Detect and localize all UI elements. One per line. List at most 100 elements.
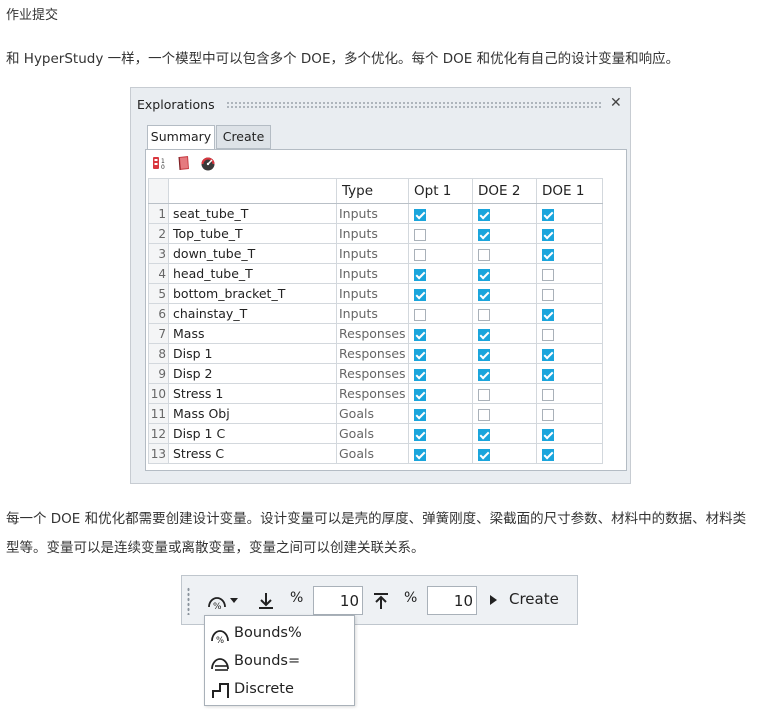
doe2-checkbox[interactable]	[478, 328, 490, 341]
table-row[interactable]: 2 Top_tube_T Inputs	[148, 223, 603, 244]
doe1-checkbox[interactable]	[542, 348, 554, 361]
variable-name-cell[interactable]: head_tube_T	[168, 263, 337, 284]
variable-name-cell[interactable]: Mass	[168, 323, 337, 344]
doe2-checkbox[interactable]	[478, 288, 490, 301]
variables-toggle-icon[interactable]: 1 0	[152, 155, 168, 171]
table-row[interactable]: 10 Stress 1 Responses	[148, 383, 603, 404]
doe2-checkbox[interactable]	[478, 448, 490, 461]
doe1-checkbox[interactable]	[542, 328, 554, 341]
upper-bound-input[interactable]	[427, 586, 477, 615]
variable-name-cell[interactable]: Stress C	[168, 443, 337, 464]
opt1-column-header[interactable]: Opt 1	[408, 178, 473, 204]
variable-name-cell[interactable]: Disp 2	[168, 363, 337, 384]
type-column-header[interactable]: Type	[336, 178, 409, 204]
variable-name-cell[interactable]: Disp 1	[168, 343, 337, 364]
opt1-checkbox[interactable]	[414, 348, 426, 361]
table-row[interactable]: 8 Disp 1 Responses	[148, 343, 603, 364]
opt1-checkbox[interactable]	[414, 308, 426, 321]
opt1-checkbox[interactable]	[414, 328, 426, 341]
doe1-checkbox[interactable]	[542, 368, 554, 381]
table-header-row: Type Opt 1 DOE 2 DOE 1	[148, 178, 603, 204]
svg-text:%: %	[213, 602, 222, 612]
opt1-checkbox[interactable]	[414, 228, 426, 241]
opt1-checkbox[interactable]	[414, 388, 426, 401]
doe2-checkbox[interactable]	[478, 248, 490, 261]
table-row[interactable]: 11 Mass Obj Goals	[148, 403, 603, 424]
doe2-checkbox[interactable]	[478, 428, 490, 441]
summary-toolbar: 1 0	[152, 155, 216, 173]
table-row[interactable]: 5 bottom_bracket_T Inputs	[148, 283, 603, 304]
doe2-checkbox[interactable]	[478, 408, 490, 421]
variable-name-cell[interactable]: chainstay_T	[168, 303, 337, 324]
doe2-column-header[interactable]: DOE 2	[472, 178, 537, 204]
opt1-checkbox[interactable]	[414, 268, 426, 281]
doe2-checkbox[interactable]	[478, 348, 490, 361]
doe1-checkbox[interactable]	[542, 308, 554, 321]
doe2-checkbox[interactable]	[478, 228, 490, 241]
create-button[interactable]: Create	[509, 590, 559, 608]
table-row[interactable]: 12 Disp 1 C Goals	[148, 423, 603, 444]
table-row[interactable]: 7 Mass Responses	[148, 323, 603, 344]
opt1-checkbox[interactable]	[414, 408, 426, 421]
doe1-checkbox[interactable]	[542, 428, 554, 441]
variable-name-cell[interactable]: Disp 1 C	[168, 423, 337, 444]
tab-summary[interactable]: Summary	[147, 125, 215, 150]
doe1-checkbox[interactable]	[542, 268, 554, 281]
doe1-checkbox[interactable]	[542, 388, 554, 401]
doe1-checkbox[interactable]	[542, 288, 554, 301]
doe2-checkbox[interactable]	[478, 368, 490, 381]
doe2-checkbox[interactable]	[478, 268, 490, 281]
type-cell: Inputs	[336, 203, 409, 224]
menu-item-bounds-percent[interactable]: % Bounds%	[205, 620, 354, 647]
table-row[interactable]: 4 head_tube_T Inputs	[148, 263, 603, 284]
close-icon[interactable]: ✕	[610, 95, 622, 111]
variable-name-cell[interactable]: down_tube_T	[168, 243, 337, 264]
intro-paragraph: 和 HyperStudy 一样，一个模型中可以包含多个 DOE，多个优化。每个 …	[6, 51, 680, 67]
doe1-checkbox[interactable]	[542, 408, 554, 421]
play-icon[interactable]	[490, 595, 497, 605]
doe2-checkbox[interactable]	[478, 388, 490, 401]
table-row[interactable]: 1 seat_tube_T Inputs	[148, 203, 603, 224]
opt1-checkbox[interactable]	[414, 288, 426, 301]
variable-name-cell[interactable]: seat_tube_T	[168, 203, 337, 224]
variable-name-cell[interactable]: Mass Obj	[168, 403, 337, 424]
doe1-column-header[interactable]: DOE 1	[536, 178, 603, 204]
opt1-cell	[408, 323, 473, 344]
doe2-checkbox[interactable]	[478, 208, 490, 221]
table-row[interactable]: 9 Disp 2 Responses	[148, 363, 603, 384]
opt1-checkbox[interactable]	[414, 248, 426, 261]
lower-bound-input[interactable]	[313, 586, 363, 615]
menu-item-discrete[interactable]: Discrete	[205, 676, 354, 703]
doe1-cell	[536, 263, 603, 284]
panel-drag-handle[interactable]	[226, 101, 602, 109]
lower-bound-button[interactable]	[257, 591, 275, 611]
variable-name-cell[interactable]: Stress 1	[168, 383, 337, 404]
summary-table-body: 1 seat_tube_T Inputs 2 Top_tube_T Inputs 3 down…	[148, 203, 603, 464]
variable-name-cell[interactable]: Top_tube_T	[168, 223, 337, 244]
opt1-checkbox[interactable]	[414, 208, 426, 221]
book-icon[interactable]	[176, 155, 192, 171]
toolbar-drag-handle[interactable]	[187, 587, 190, 615]
opt1-checkbox[interactable]	[414, 448, 426, 461]
table-row[interactable]: 3 down_tube_T Inputs	[148, 243, 603, 264]
row-number: 13	[148, 443, 169, 464]
bounds-mode-dropdown[interactable]: %	[206, 587, 242, 613]
doe1-checkbox[interactable]	[542, 228, 554, 241]
variable-name-cell[interactable]: bottom_bracket_T	[168, 283, 337, 304]
doe1-checkbox[interactable]	[542, 448, 554, 461]
opt1-checkbox[interactable]	[414, 368, 426, 381]
table-row[interactable]: 13 Stress C Goals	[148, 443, 603, 464]
type-cell: Responses	[336, 343, 409, 364]
upper-bound-button[interactable]	[372, 591, 390, 611]
gauge-icon[interactable]	[200, 155, 216, 171]
table-row[interactable]: 6 chainstay_T Inputs	[148, 303, 603, 324]
menu-item-bounds-equal[interactable]: Bounds=	[205, 648, 354, 675]
type-cell: Responses	[336, 323, 409, 344]
doe1-checkbox[interactable]	[542, 248, 554, 261]
doe2-cell	[472, 223, 537, 244]
tab-create[interactable]: Create	[216, 125, 271, 149]
doe2-cell	[472, 263, 537, 284]
doe1-checkbox[interactable]	[542, 208, 554, 221]
opt1-checkbox[interactable]	[414, 428, 426, 441]
doe2-checkbox[interactable]	[478, 308, 490, 321]
